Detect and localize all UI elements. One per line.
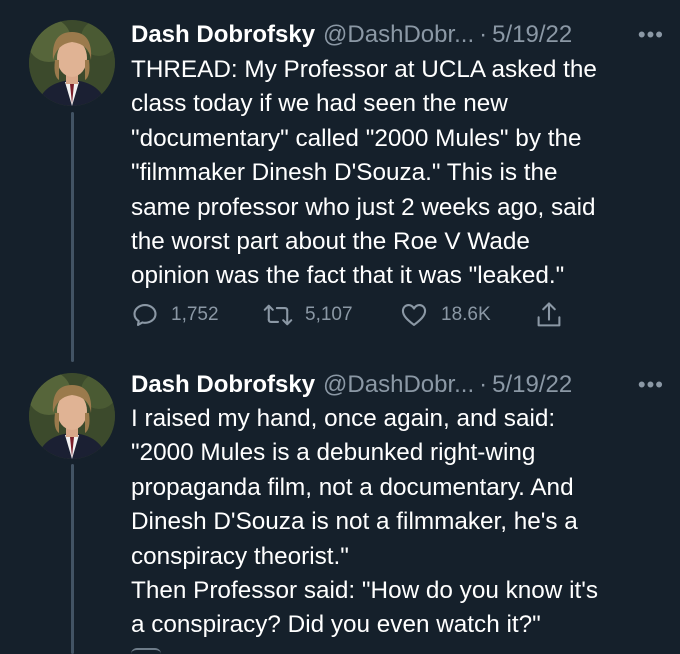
more-icon[interactable]: ••• (638, 368, 664, 402)
share-button[interactable] (535, 300, 563, 330)
separator-dot: · (479, 371, 488, 398)
avatar-photo (29, 373, 115, 459)
avatar[interactable] (29, 373, 115, 459)
more-icon[interactable]: ••• (638, 18, 664, 52)
author-handle[interactable]: @DashDobr... (323, 21, 474, 49)
tweet-header: Dash Dobrofsky @DashDobr... · 5/19/22 ••… (131, 18, 664, 52)
tweet-header: Dash Dobrofsky @DashDobr... · 5/19/22 ••… (131, 368, 664, 402)
tweet-actions: 1,752 5,107 18.6K (131, 300, 571, 330)
like-count: 18.6K (441, 304, 491, 325)
tweet-text: THREAD: My Professor at UCLA asked the c… (131, 56, 597, 290)
reply-icon-partial (131, 648, 161, 654)
avatar-photo (29, 20, 115, 106)
tweet[interactable]: Dash Dobrofsky @DashDobr... · 5/19/22 ••… (0, 360, 680, 654)
retweet-count: 5,107 (305, 304, 353, 325)
reply-count: 1,752 (171, 304, 219, 325)
author-name[interactable]: Dash Dobrofsky (131, 371, 315, 399)
tweet-date[interactable]: 5/19/22 (492, 21, 572, 49)
heart-icon (401, 304, 427, 326)
separator-dot: · (479, 21, 488, 48)
like-button[interactable]: 18.6K (399, 300, 491, 330)
tweet-date[interactable]: 5/19/22 (492, 371, 572, 399)
retweet-button[interactable]: 5,107 (263, 300, 353, 330)
tweet-text: I raised my hand, once again, and said: … (131, 405, 599, 639)
avatar[interactable] (29, 20, 115, 106)
author-handle[interactable]: @DashDobr... (323, 371, 474, 399)
share-icon (537, 302, 561, 327)
author-name[interactable]: Dash Dobrofsky (131, 21, 315, 49)
reply-icon (133, 304, 157, 326)
reply-button[interactable]: 1,752 (131, 300, 219, 330)
retweet-icon (263, 304, 293, 326)
tweet[interactable]: Dash Dobrofsky @DashDobr... · 5/19/22 ••… (0, 0, 680, 360)
